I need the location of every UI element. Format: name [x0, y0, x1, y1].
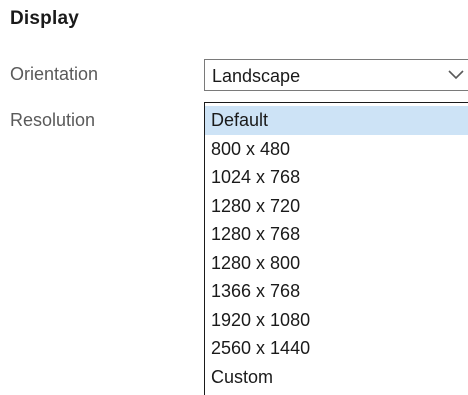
resolution-options-list[interactable]: Default 800 x 480 1024 x 768 1280 x 720 … — [204, 102, 468, 395]
display-settings-panel: Display Orientation Landscape Resolution… — [0, 0, 468, 395]
resolution-label: Resolution — [10, 110, 96, 130]
section-title: Display — [10, 8, 79, 29]
orientation-dropdown[interactable]: Landscape — [204, 59, 468, 91]
resolution-option-custom[interactable]: Custom — [205, 363, 468, 392]
resolution-option-1280x800[interactable]: 1280 x 800 — [205, 249, 468, 278]
resolution-option-1280x720[interactable]: 1280 x 720 — [205, 192, 468, 221]
orientation-label: Orientation — [10, 64, 99, 84]
resolution-option-1366x768[interactable]: 1366 x 768 — [205, 277, 468, 306]
resolution-option-1920x1080[interactable]: 1920 x 1080 — [205, 306, 468, 335]
resolution-option-2560x1440[interactable]: 2560 x 1440 — [205, 334, 468, 363]
resolution-option-default[interactable]: Default — [205, 106, 468, 135]
resolution-option-1280x768[interactable]: 1280 x 768 — [205, 220, 468, 249]
chevron-down-icon[interactable] — [441, 60, 468, 90]
resolution-option-1024x768[interactable]: 1024 x 768 — [205, 163, 468, 192]
resolution-option-800x480[interactable]: 800 x 480 — [205, 135, 468, 164]
orientation-selected-value: Landscape — [212, 66, 301, 86]
